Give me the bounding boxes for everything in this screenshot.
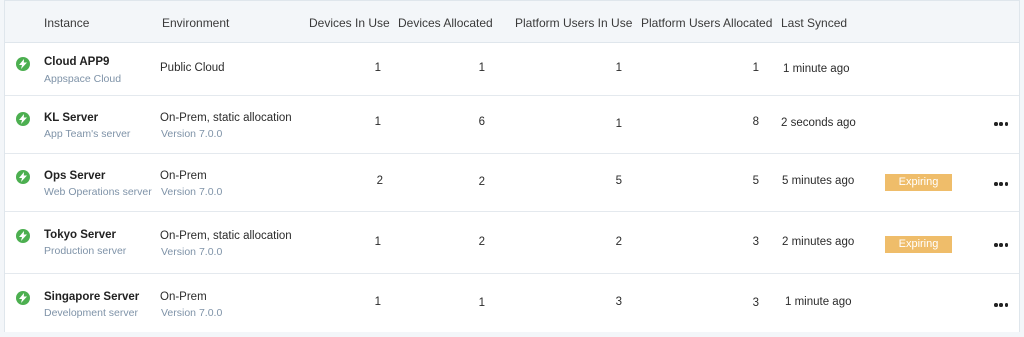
- table-row[interactable]: Ops Server Web Operations server On-Prem…: [5, 154, 1019, 212]
- instances-table: Instance Environment Devices In Use Devi…: [4, 0, 1020, 332]
- environment-version: Version 7.0.0: [161, 307, 223, 319]
- instance-description: App Team's server: [44, 128, 131, 140]
- table-row[interactable]: Tokyo Server Production server On-Prem, …: [5, 212, 1019, 274]
- platform-users-in-use-value: 1: [615, 118, 622, 130]
- column-header-devices-in-use[interactable]: Devices In Use: [309, 16, 390, 30]
- platform-users-allocated-value: 5: [752, 175, 759, 187]
- platform-users-in-use-value: 1: [615, 62, 622, 74]
- instance-description: Web Operations server: [44, 186, 152, 198]
- status-indicator: [16, 170, 30, 184]
- column-header-environment[interactable]: Environment: [162, 16, 229, 30]
- last-synced-value: 2 seconds ago: [781, 117, 856, 129]
- devices-in-use-value: 1: [374, 296, 381, 308]
- column-header-platform-users-allocated[interactable]: Platform Users Allocated: [641, 16, 772, 30]
- platform-users-allocated-value: 3: [752, 236, 759, 248]
- last-synced-value: 1 minute ago: [785, 296, 852, 308]
- table-header: Instance Environment Devices In Use Devi…: [5, 1, 1019, 43]
- devices-allocated-value: 6: [478, 116, 485, 128]
- environment-version: Version 7.0.0: [161, 186, 223, 198]
- lightning-bolt-icon: [19, 59, 27, 69]
- devices-allocated-value: 2: [478, 176, 485, 188]
- instance-name[interactable]: Singapore Server: [44, 291, 139, 303]
- devices-in-use-value: 1: [374, 116, 381, 128]
- instance-name[interactable]: Tokyo Server: [44, 229, 116, 241]
- environment-label: On-Prem: [160, 291, 207, 303]
- instance-name[interactable]: KL Server: [44, 112, 98, 124]
- environment-version: Version 7.0.0: [161, 246, 223, 258]
- devices-allocated-value: 2: [478, 236, 485, 248]
- table-row[interactable]: Cloud APP9 Appspace Cloud Public Cloud 1…: [5, 43, 1019, 96]
- platform-users-in-use-value: 3: [615, 296, 622, 308]
- column-header-last-synced[interactable]: Last Synced: [781, 16, 847, 30]
- instance-description: Development server: [44, 307, 138, 319]
- last-synced-value: 1 minute ago: [783, 63, 850, 75]
- more-options-icon[interactable]: [994, 181, 1008, 187]
- platform-users-in-use-value: 2: [615, 236, 622, 248]
- instance-name[interactable]: Cloud APP9: [44, 56, 109, 68]
- expiring-badge: Expiring: [885, 236, 952, 253]
- status-indicator: [16, 291, 30, 305]
- status-indicator: [16, 112, 30, 126]
- platform-users-allocated-value: 3: [752, 297, 759, 309]
- environment-label: Public Cloud: [160, 62, 225, 74]
- environment-version: Version 7.0.0: [161, 128, 223, 140]
- lightning-bolt-icon: [19, 231, 27, 241]
- environment-label: On-Prem: [160, 170, 207, 182]
- devices-in-use-value: 1: [374, 62, 381, 74]
- status-indicator: [16, 229, 30, 243]
- table-row[interactable]: KL Server App Team's server On-Prem, sta…: [5, 96, 1019, 154]
- environment-label: On-Prem, static allocation: [160, 230, 292, 242]
- instance-name[interactable]: Ops Server: [44, 170, 105, 182]
- lightning-bolt-icon: [19, 293, 27, 303]
- devices-allocated-value: 1: [478, 297, 485, 309]
- lightning-bolt-icon: [19, 114, 27, 124]
- platform-users-allocated-value: 8: [752, 116, 759, 128]
- instance-description: Appspace Cloud: [44, 73, 122, 85]
- status-indicator: [16, 57, 30, 71]
- expiring-badge: Expiring: [885, 174, 952, 191]
- table-row[interactable]: Singapore Server Development server On-P…: [5, 274, 1019, 332]
- devices-allocated-value: 1: [478, 62, 485, 74]
- platform-users-in-use-value: 5: [615, 175, 622, 187]
- lightning-bolt-icon: [19, 172, 27, 182]
- more-options-icon[interactable]: [994, 121, 1008, 127]
- devices-in-use-value: 2: [376, 175, 383, 187]
- last-synced-value: 2 minutes ago: [782, 236, 855, 248]
- last-synced-value: 5 minutes ago: [782, 175, 855, 187]
- more-options-icon[interactable]: [994, 302, 1008, 308]
- environment-label: On-Prem, static allocation: [160, 112, 292, 124]
- more-options-icon[interactable]: [994, 242, 1008, 248]
- column-header-devices-allocated[interactable]: Devices Allocated: [398, 16, 493, 30]
- column-header-instance[interactable]: Instance: [44, 16, 89, 30]
- instance-description: Production server: [44, 245, 127, 257]
- platform-users-allocated-value: 1: [752, 62, 759, 74]
- devices-in-use-value: 1: [374, 236, 381, 248]
- column-header-platform-users-in-use[interactable]: Platform Users In Use: [515, 16, 632, 30]
